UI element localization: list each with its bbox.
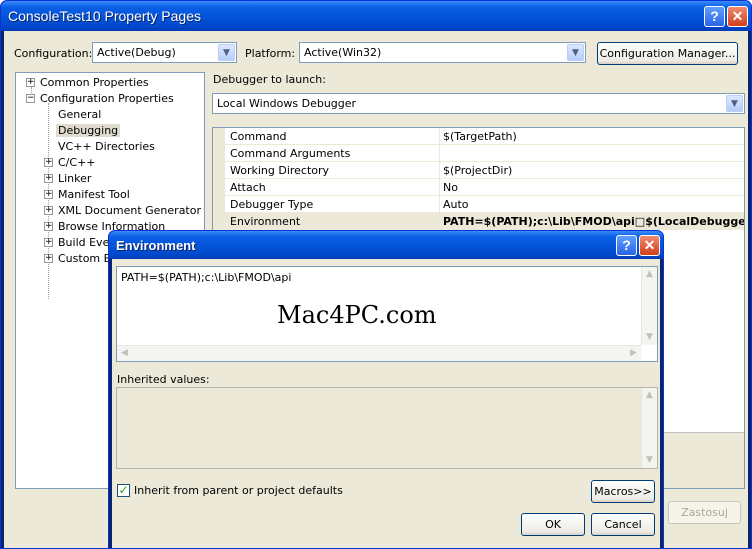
help-icon: ? (710, 8, 719, 24)
dialog-titlebar[interactable]: Environment ? ✕ (109, 231, 663, 259)
property-row-command-arguments[interactable]: Command Arguments (213, 145, 744, 162)
tree-item-debugging[interactable]: Debugging (56, 123, 121, 139)
inherit-checkbox-label[interactable]: Inherit from parent or project defaults (134, 484, 343, 497)
ok-button[interactable]: OK (521, 513, 585, 536)
property-row-environment[interactable]: Environment PATH=$(PATH);c:\Lib\FMOD\api… (213, 213, 744, 230)
property-name: Attach (230, 181, 266, 194)
chevron-down-icon[interactable]: ▼ (218, 44, 235, 61)
expand-icon[interactable]: + (44, 206, 53, 215)
cancel-button[interactable]: Cancel (591, 513, 655, 536)
arrow-down-icon[interactable]: ▼ (642, 330, 657, 345)
property-row-attach[interactable]: Attach No (213, 179, 744, 196)
property-value: PATH=$(PATH);c:\Lib\FMOD\api□$(LocalDebu… (443, 215, 745, 228)
configuration-dropdown[interactable]: Active(Debug) ▼ (92, 42, 237, 63)
tree-item-label: VC++ Directories (58, 140, 155, 153)
help-icon: ? (622, 237, 631, 253)
debugger-dropdown[interactable]: Local Windows Debugger ▼ (212, 93, 745, 114)
tree-item-c-cpp[interactable]: + C/C++ (44, 155, 96, 171)
tree-item-general[interactable]: General (58, 107, 101, 123)
configuration-label: Configuration: (14, 47, 93, 60)
watermark-text: Mac4PC.com (277, 301, 437, 329)
property-row-command[interactable]: Command $(TargetPath) (213, 128, 744, 145)
close-icon: ✕ (731, 8, 744, 24)
dialog-close-button[interactable]: ✕ (639, 235, 660, 256)
help-button[interactable]: ? (704, 6, 725, 27)
arrow-right-icon[interactable]: ▶ (626, 346, 641, 361)
tree-item-configuration-properties[interactable]: − Configuration Properties (26, 91, 174, 107)
tree-item-vc-directories[interactable]: VC++ Directories (58, 139, 155, 155)
expand-icon[interactable]: + (44, 222, 53, 231)
tree-item-label: Manifest Tool (58, 188, 130, 201)
vertical-scrollbar[interactable]: ▲ ▼ (641, 388, 657, 468)
checkmark-icon: ✓ (118, 483, 129, 497)
property-name: Environment (230, 215, 301, 228)
platform-dropdown[interactable]: Active(Win32) ▼ (299, 42, 586, 63)
arrow-left-icon[interactable]: ◀ (117, 346, 132, 361)
platform-label: Platform: (245, 47, 296, 60)
configuration-value: Active(Debug) (97, 46, 176, 59)
property-name: Command (230, 130, 287, 143)
apply-button[interactable]: Zastosuj (668, 501, 741, 524)
chevron-down-icon[interactable]: ▼ (726, 95, 743, 112)
expand-icon[interactable]: + (44, 254, 53, 263)
property-name: Command Arguments (230, 147, 351, 160)
horizontal-scrollbar[interactable]: ◀ ▶ (117, 345, 641, 361)
property-row-debugger-type[interactable]: Debugger Type Auto (213, 196, 744, 213)
close-button[interactable]: ✕ (727, 6, 748, 27)
inherit-checkbox[interactable]: ✓ (117, 484, 130, 497)
property-value: Auto (443, 198, 469, 211)
tree-item-label: Debugging (56, 124, 121, 137)
tree-item-label: Configuration Properties (40, 92, 174, 105)
inherited-values-label: Inherited values: (117, 373, 210, 386)
collapse-icon[interactable]: − (26, 94, 35, 103)
property-name: Working Directory (230, 164, 330, 177)
tree-item-label: Linker (58, 172, 92, 185)
arrow-down-icon[interactable]: ▼ (642, 453, 657, 468)
expand-icon[interactable]: + (44, 190, 53, 199)
debugger-to-launch-label: Debugger to launch: (213, 73, 326, 86)
tree-item-label: General (58, 108, 102, 121)
tree-item-label: C/C++ (58, 156, 96, 169)
platform-value: Active(Win32) (304, 46, 382, 59)
dialog-help-button[interactable]: ? (616, 235, 637, 256)
environment-value: PATH=$(PATH);c:\Lib\FMOD\api (121, 271, 292, 284)
environment-input[interactable]: PATH=$(PATH);c:\Lib\FMOD\api Mac4PC.com … (116, 266, 658, 362)
property-row-working-directory[interactable]: Working Directory $(ProjectDir) (213, 162, 744, 179)
expand-icon[interactable]: + (44, 238, 53, 247)
property-value: $(ProjectDir) (443, 164, 513, 177)
tree-item-label: XML Document Generator (58, 204, 201, 217)
main-titlebar[interactable]: ConsoleTest10 Property Pages ? ✕ (1, 1, 751, 31)
tree-item-label: Common Properties (40, 76, 149, 89)
macros-button[interactable]: Macros>> (591, 480, 655, 503)
configuration-manager-button[interactable]: Configuration Manager... (597, 42, 738, 65)
inherited-values-box[interactable]: ▲ ▼ (116, 387, 658, 469)
debugger-value: Local Windows Debugger (217, 97, 357, 110)
arrow-up-icon[interactable]: ▲ (642, 388, 657, 403)
environment-dialog: Environment ? ✕ PATH=$(PATH);c:\Lib\FMOD… (108, 230, 664, 549)
property-value: No (443, 181, 458, 194)
expand-icon[interactable]: + (44, 174, 53, 183)
tree-item-manifest-tool[interactable]: + Manifest Tool (44, 187, 130, 203)
expand-icon[interactable]: + (44, 158, 53, 167)
arrow-up-icon[interactable]: ▲ (642, 267, 657, 282)
dialog-title: Environment (116, 238, 196, 253)
close-icon: ✕ (643, 237, 656, 253)
property-value: $(TargetPath) (443, 130, 517, 143)
dialog-client-area: PATH=$(PATH);c:\Lib\FMOD\api Mac4PC.com … (112, 259, 660, 548)
tree-item-linker[interactable]: + Linker (44, 171, 91, 187)
property-name: Debugger Type (230, 198, 314, 211)
tree-item-common-properties[interactable]: + Common Properties (26, 75, 149, 91)
window-title: ConsoleTest10 Property Pages (8, 8, 201, 24)
vertical-scrollbar[interactable]: ▲ ▼ (641, 267, 657, 345)
chevron-down-icon[interactable]: ▼ (567, 44, 584, 61)
tree-item-xml-document-generator[interactable]: + XML Document Generator (44, 203, 201, 219)
expand-icon[interactable]: + (26, 78, 35, 87)
